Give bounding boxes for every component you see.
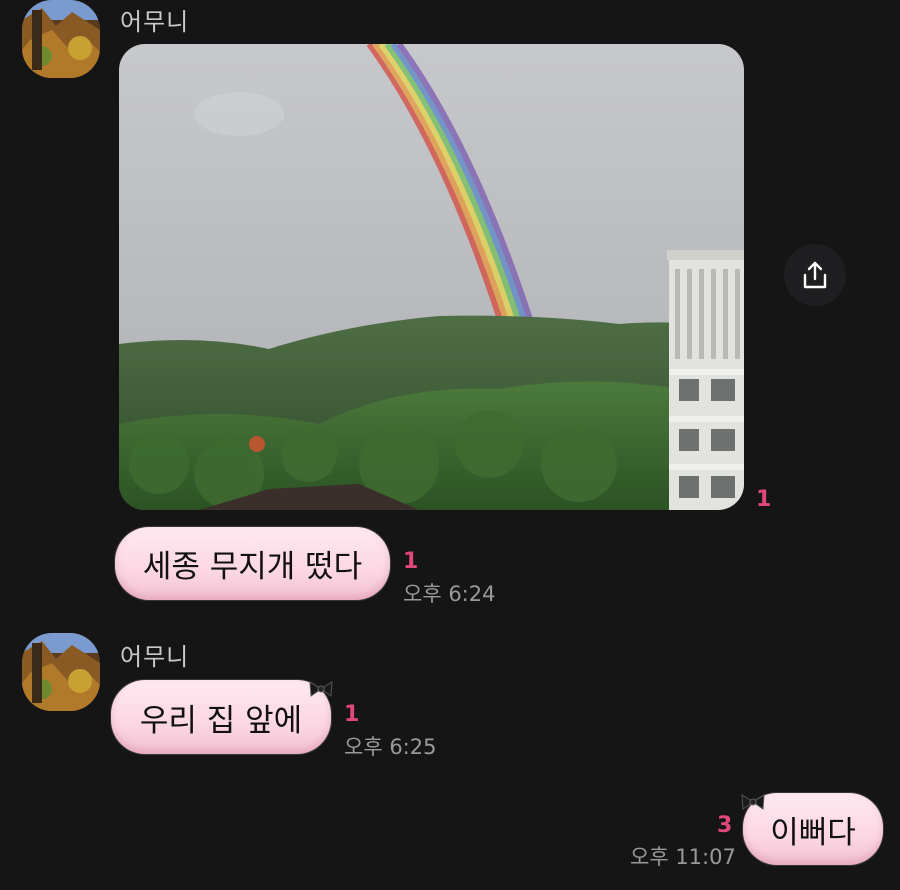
unread-count: 1 bbox=[403, 549, 419, 574]
message-bubble[interactable]: 세종 무지개 떴다 bbox=[115, 527, 390, 600]
unread-count: 1 bbox=[756, 487, 772, 512]
bow-icon bbox=[741, 794, 765, 810]
message-time: 오후 6:25 bbox=[344, 735, 437, 759]
avatar-image bbox=[22, 0, 100, 78]
avatar-image bbox=[22, 633, 100, 711]
bow-icon bbox=[309, 681, 333, 697]
share-button[interactable] bbox=[784, 244, 846, 306]
sender-name: 어무니 bbox=[120, 643, 190, 671]
share-icon bbox=[803, 261, 827, 289]
sender-name: 어무니 bbox=[120, 8, 190, 36]
sender-avatar[interactable] bbox=[22, 0, 100, 78]
rainbow-photo[interactable] bbox=[119, 44, 744, 510]
sender-avatar[interactable] bbox=[22, 633, 100, 711]
photo-image bbox=[119, 44, 744, 510]
message-time: 오후 11:07 bbox=[630, 845, 736, 869]
message-bubble[interactable]: 우리 집 앞에 bbox=[111, 680, 331, 754]
unread-count: 3 bbox=[717, 813, 733, 838]
apartment-building bbox=[667, 250, 744, 510]
message-time: 오후 6:24 bbox=[403, 582, 496, 606]
unread-count: 1 bbox=[344, 702, 360, 727]
